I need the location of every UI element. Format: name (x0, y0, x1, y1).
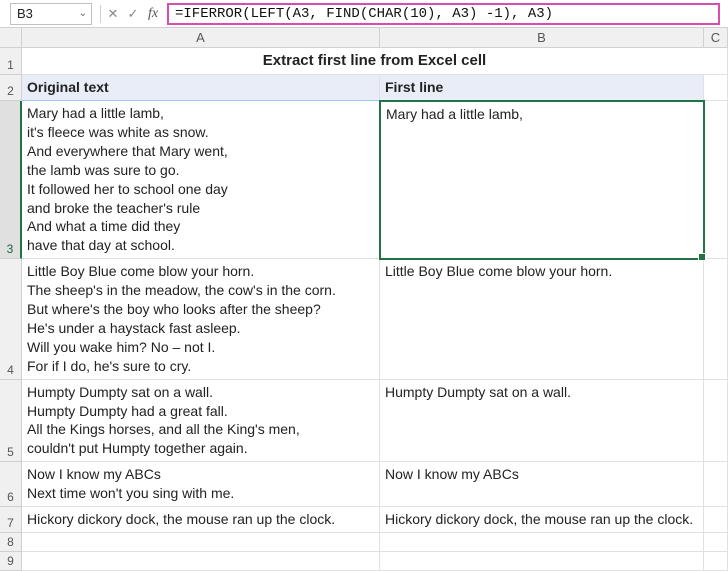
cell-b4[interactable]: Little Boy Blue come blow your horn. (380, 259, 704, 379)
cell-b6[interactable]: Now I know my ABCs (380, 462, 704, 507)
row-header-9[interactable]: 9 (0, 552, 22, 571)
cell-a3[interactable]: Mary had a little lamb, it's fleece was … (22, 101, 380, 259)
cell-b8[interactable] (380, 533, 704, 552)
cell-b5[interactable]: Humpty Dumpty sat on a wall. (380, 380, 704, 463)
cell-c2[interactable] (704, 75, 728, 101)
row-header-5[interactable]: 5 (0, 380, 22, 463)
cancel-icon[interactable]: ✕ (103, 4, 123, 24)
cell-b7[interactable]: Hickory dickory dock, the mouse ran up t… (380, 507, 704, 533)
row-header-6[interactable]: 6 (0, 462, 22, 507)
spreadsheet-grid: A B C 1 Extract first line from Excel ce… (0, 28, 728, 571)
fx-icon[interactable]: fx (143, 4, 163, 24)
row-header-4[interactable]: 4 (0, 259, 22, 379)
formula-bar: B3 ⌄ ✕ ✓ fx =IFERROR(LEFT(A3, FIND(CHAR(… (0, 0, 728, 28)
cell-c4[interactable] (704, 259, 728, 379)
row-header-1[interactable]: 1 (0, 48, 22, 75)
name-box[interactable]: B3 ⌄ (10, 3, 92, 25)
row-header-3[interactable]: 3 (0, 101, 22, 259)
cell-c9[interactable] (704, 552, 728, 571)
row-header-7[interactable]: 7 (0, 507, 22, 533)
column-header-b[interactable]: B (380, 28, 704, 48)
title-cell[interactable]: Extract first line from Excel cell (22, 48, 728, 75)
cell-reference: B3 (17, 6, 33, 21)
cell-c7[interactable] (704, 507, 728, 533)
cell-b9[interactable] (380, 552, 704, 571)
cell-c8[interactable] (704, 533, 728, 552)
cell-a7[interactable]: Hickory dickory dock, the mouse ran up t… (22, 507, 380, 533)
cell-a4[interactable]: Little Boy Blue come blow your horn. The… (22, 259, 380, 379)
row-header-2[interactable]: 2 (0, 75, 22, 101)
cell-b3-selected[interactable]: Mary had a little lamb, (379, 100, 705, 260)
cell-c3[interactable] (704, 101, 728, 259)
column-header-c[interactable]: C (704, 28, 728, 48)
cell-a9[interactable] (22, 552, 380, 571)
accept-icon[interactable]: ✓ (123, 4, 143, 24)
chevron-down-icon[interactable]: ⌄ (79, 8, 87, 19)
header-firstline[interactable]: First line (380, 75, 704, 101)
header-original[interactable]: Original text (22, 75, 380, 101)
divider (100, 5, 101, 23)
cell-a5[interactable]: Humpty Dumpty sat on a wall. Humpty Dump… (22, 380, 380, 463)
row-header-8[interactable]: 8 (0, 533, 22, 552)
select-all-corner[interactable] (0, 28, 22, 48)
cell-c5[interactable] (704, 380, 728, 463)
cell-a8[interactable] (22, 533, 380, 552)
formula-input[interactable]: =IFERROR(LEFT(A3, FIND(CHAR(10), A3) -1)… (167, 3, 720, 25)
column-header-a[interactable]: A (22, 28, 380, 48)
cell-a6[interactable]: Now I know my ABCs Next time won't you s… (22, 462, 380, 507)
cell-c6[interactable] (704, 462, 728, 507)
